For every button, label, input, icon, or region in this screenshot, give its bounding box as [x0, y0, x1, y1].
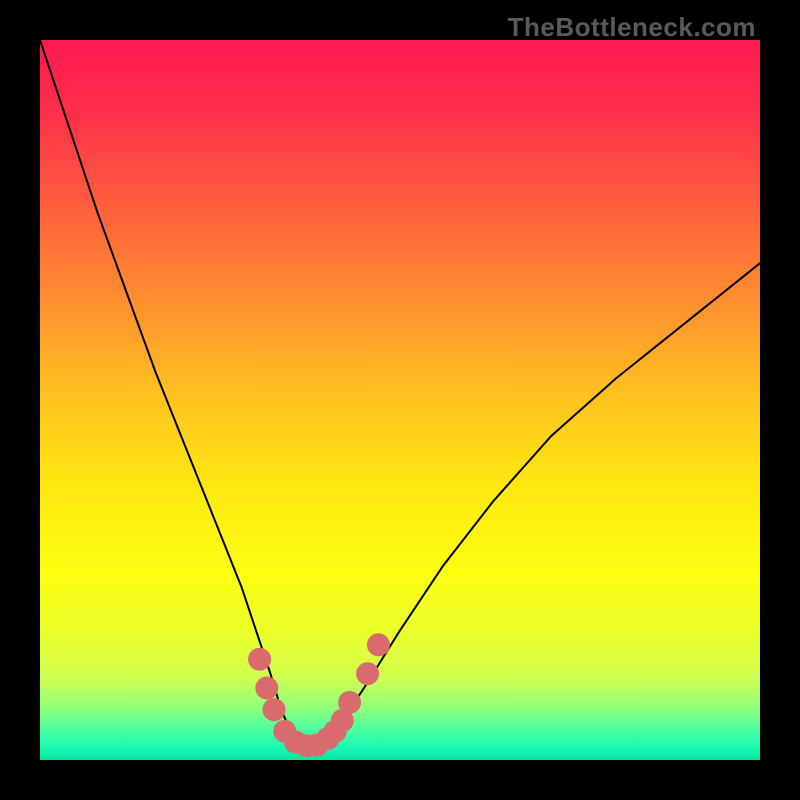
- data-marker: [263, 698, 286, 721]
- chart-frame: TheBottleneck.com: [0, 0, 800, 800]
- data-markers: [248, 633, 390, 757]
- watermark-text: TheBottleneck.com: [508, 12, 756, 43]
- data-marker: [367, 633, 390, 656]
- bottleneck-curve: [40, 40, 760, 746]
- chart-overlay: [40, 40, 760, 760]
- data-marker: [356, 662, 379, 685]
- data-marker: [338, 691, 361, 714]
- data-marker: [248, 648, 271, 671]
- data-marker: [255, 677, 278, 700]
- plot-area: [40, 40, 760, 760]
